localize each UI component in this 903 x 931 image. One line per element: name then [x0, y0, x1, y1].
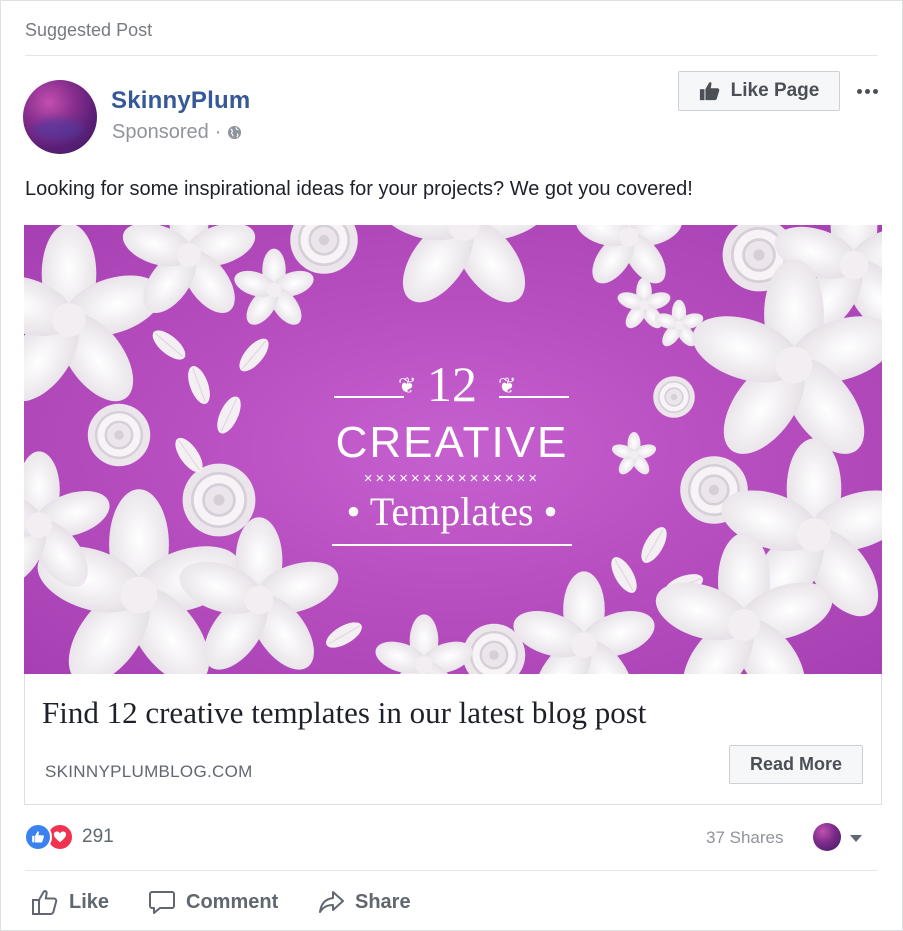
more-dot: [864, 88, 870, 94]
like-label: Like: [69, 890, 110, 913]
header-divider: [25, 55, 878, 56]
sponsored-row: Sponsored ·: [112, 121, 242, 144]
ad-image-text: ❦ ❦ 12 CREATIVE ××××××××××××××× • Templa…: [332, 356, 572, 546]
like-page-button[interactable]: Like Page: [678, 71, 840, 111]
thumbs-up-outline-icon: [32, 890, 58, 915]
ad-subheadline: • Templates •: [346, 489, 557, 534]
viewer-avatar[interactable]: [813, 823, 841, 851]
ad-number: 12: [427, 356, 477, 412]
globe-icon: [228, 125, 242, 140]
more-dot: [872, 88, 878, 94]
like-page-label: Like Page: [730, 80, 820, 101]
sponsored-label[interactable]: Sponsored: [112, 121, 209, 144]
ad-headline: CREATIVE: [336, 418, 569, 467]
page-name-link[interactable]: SkinnyPlum: [111, 87, 250, 115]
actions-divider: [25, 870, 878, 871]
comment-button[interactable]: Comment: [148, 885, 278, 919]
thumbs-up-icon: [699, 82, 719, 101]
like-reaction-icon: [24, 823, 52, 851]
comment-icon: [149, 891, 175, 914]
share-label: Share: [355, 890, 411, 913]
suggested-post-label: Suggested Post: [25, 20, 153, 40]
link-attachment[interactable]: [24, 674, 882, 805]
separator-dot: ·: [214, 121, 222, 143]
shares-count[interactable]: 37 Shares: [706, 828, 784, 848]
page-avatar[interactable]: [23, 80, 97, 154]
read-more-button[interactable]: Read More: [729, 745, 863, 784]
comment-label: Comment: [186, 890, 279, 913]
ad-image[interactable]: ❦ ❦ 12 CREATIVE ××××××××××××××× • Templa…: [24, 225, 882, 674]
share-icon: [319, 891, 344, 913]
reactions-summary[interactable]: 291: [24, 823, 114, 851]
post-text: Looking for some inspirational ideas for…: [25, 178, 693, 200]
reactions-count: 291: [82, 826, 114, 847]
post-card: Suggested Post SkinnyPlum Sponsored · Li…: [0, 0, 903, 931]
like-button[interactable]: Like: [31, 885, 109, 919]
chevron-down-icon[interactable]: [850, 835, 862, 842]
svg-text:❦: ❦: [398, 373, 416, 398]
svg-text:❦: ❦: [498, 373, 516, 398]
link-domain: SKINNYPLUMBLOG.COM: [45, 762, 253, 781]
more-options-icon: [856, 88, 862, 94]
link-title[interactable]: Find 12 creative templates in our latest…: [42, 695, 646, 731]
more-options-button[interactable]: [852, 81, 882, 101]
ad-image-artwork: ❦ ❦ 12 CREATIVE ××××××××××××××× • Templa…: [24, 225, 882, 674]
share-button[interactable]: Share: [317, 885, 411, 919]
ad-crosses: ×××××××××××××××: [364, 470, 540, 487]
